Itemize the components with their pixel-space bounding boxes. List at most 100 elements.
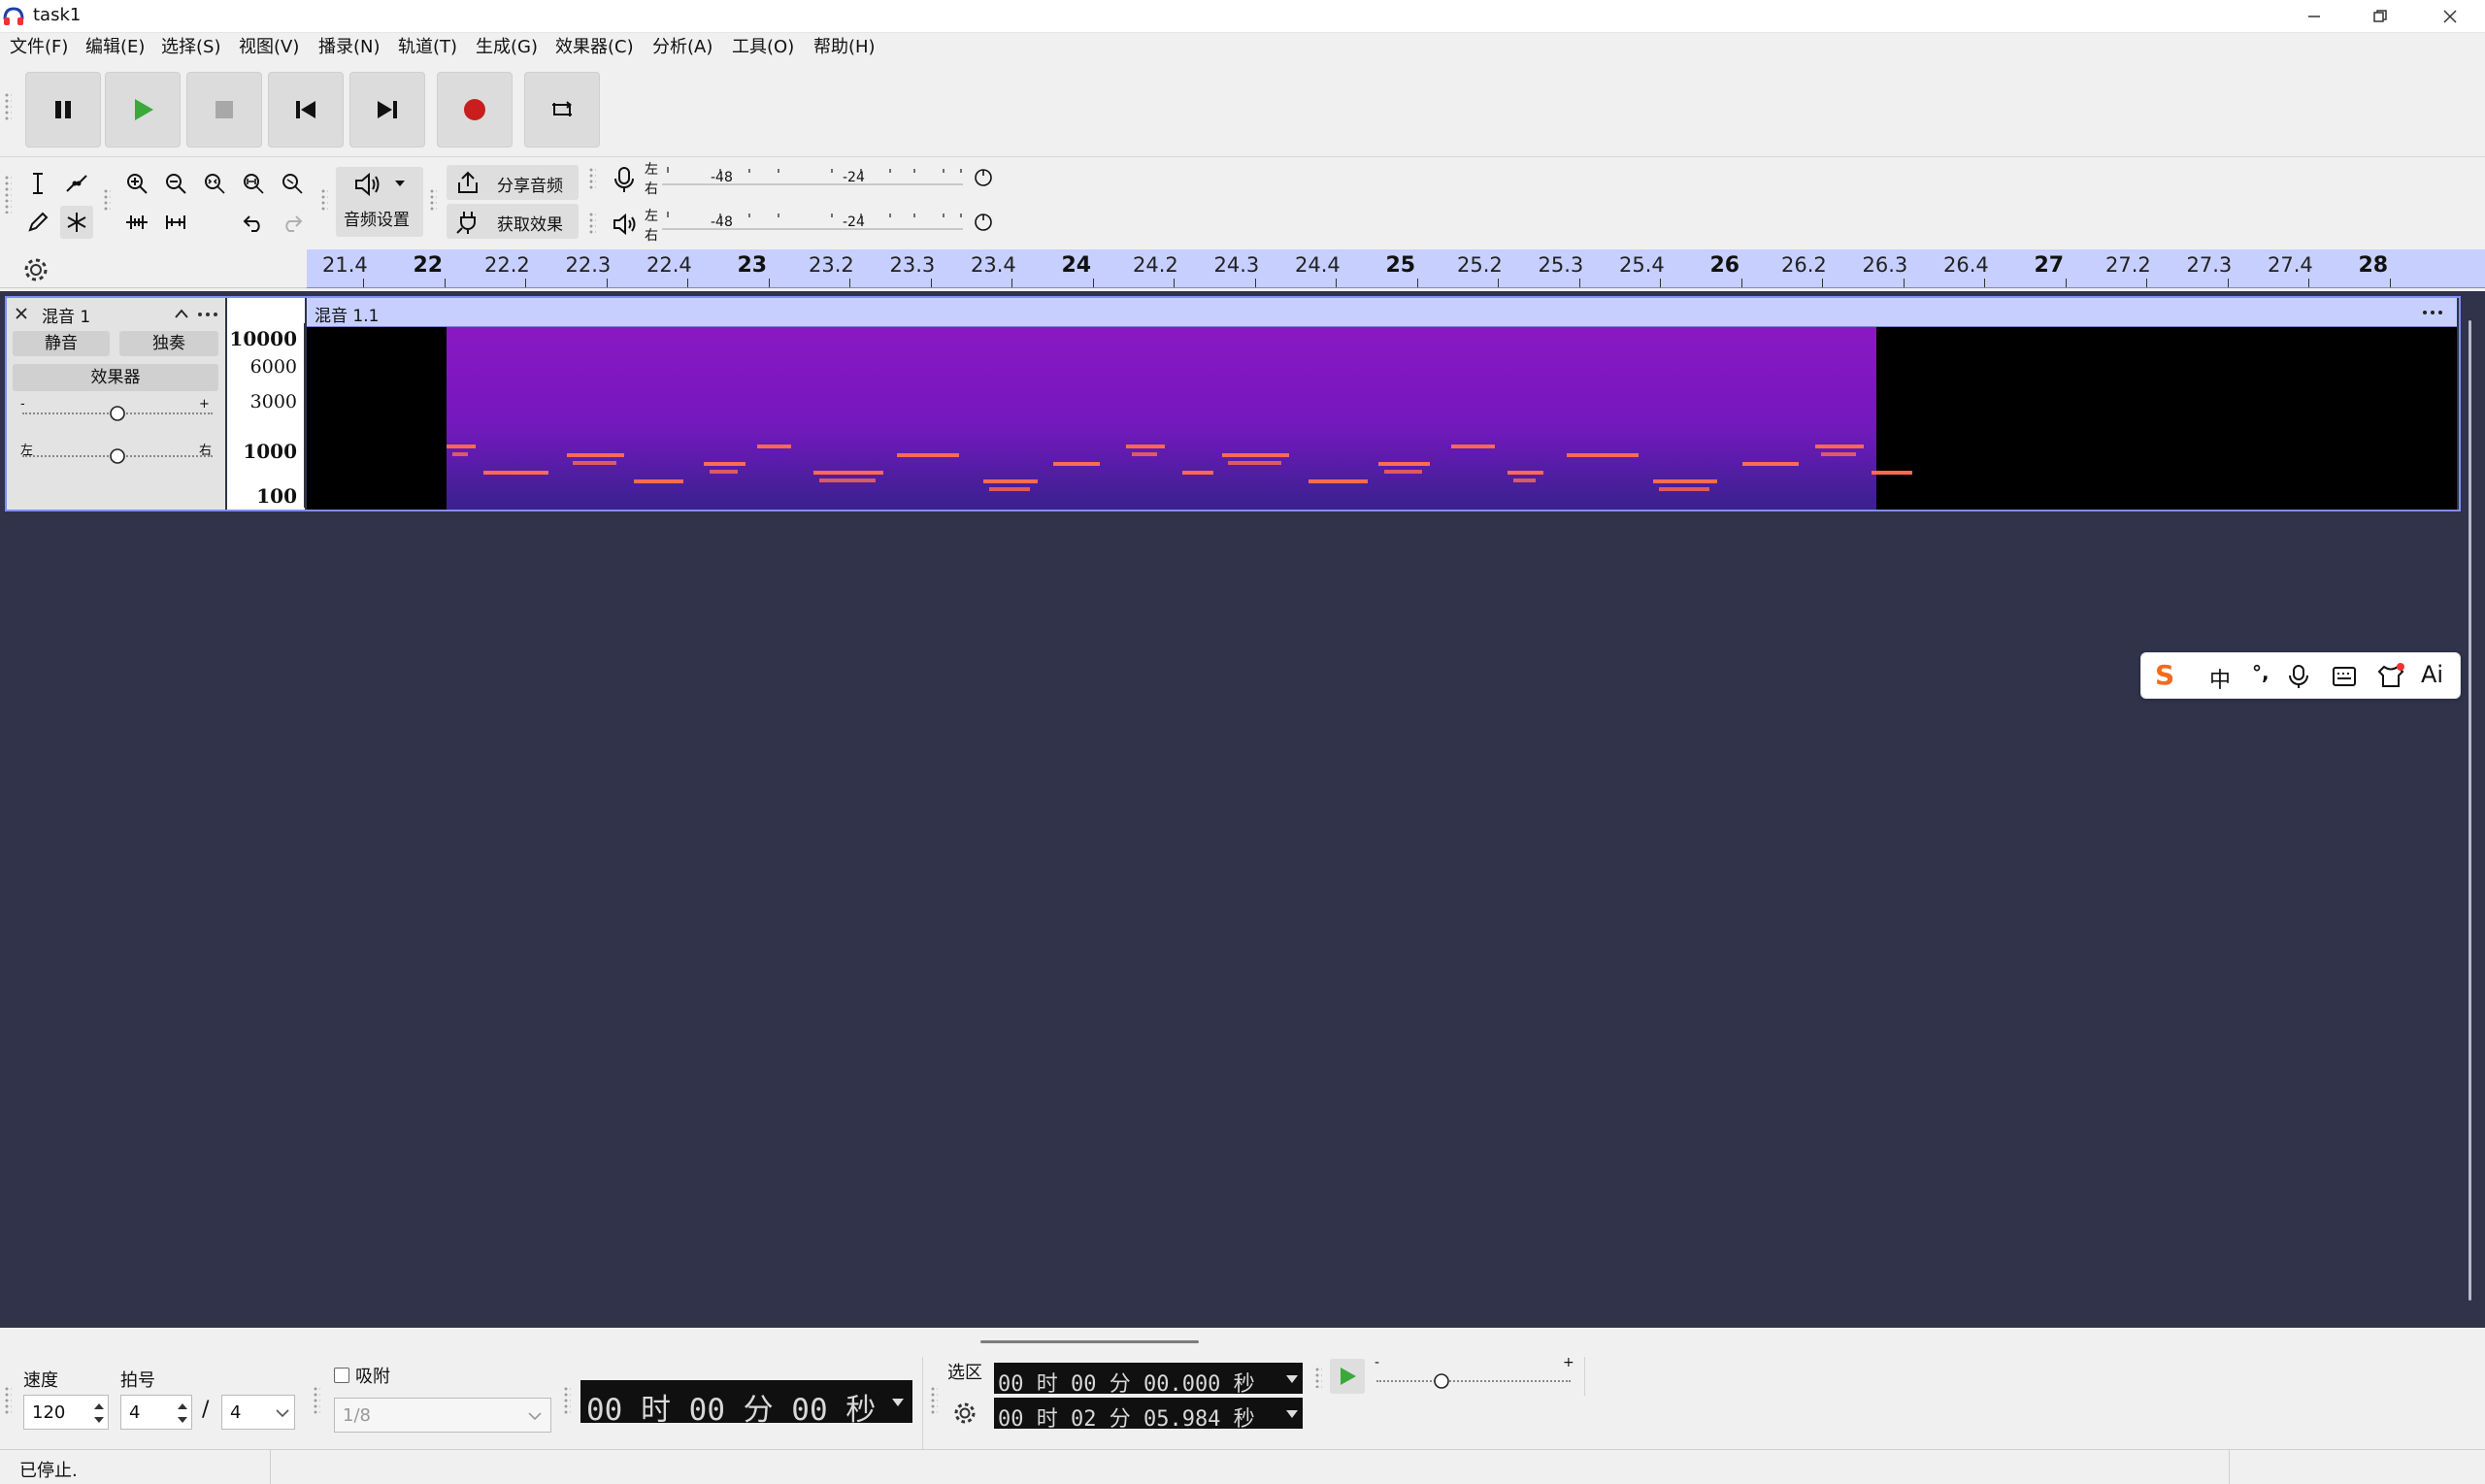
pan-slider[interactable] bbox=[109, 447, 126, 465]
menu-generate[interactable]: 生成(G) bbox=[476, 35, 538, 60]
ime-ai-button[interactable]: Ai bbox=[2421, 661, 2443, 688]
clip-title-bar[interactable]: 混音 1.1 bbox=[307, 298, 2457, 327]
sogou-logo[interactable]: S bbox=[2155, 659, 2174, 691]
selection-tool[interactable] bbox=[21, 167, 54, 200]
audio-grip[interactable] bbox=[320, 188, 328, 212]
pause-button[interactable] bbox=[25, 72, 101, 148]
zoom-toggle-button[interactable] bbox=[276, 167, 309, 200]
gain-slider[interactable] bbox=[109, 405, 126, 422]
tempo-value[interactable]: 120 bbox=[32, 1402, 65, 1423]
spin-arrows-icon[interactable] bbox=[176, 1400, 189, 1427]
silence-button[interactable] bbox=[159, 206, 192, 239]
time-sig-den-value[interactable]: 4 bbox=[230, 1402, 241, 1423]
menu-view[interactable]: 视图(V) bbox=[239, 35, 299, 60]
track-close-icon[interactable] bbox=[15, 307, 28, 320]
spin-arrows-icon[interactable] bbox=[92, 1400, 106, 1427]
skip-to-end-button[interactable] bbox=[349, 72, 425, 148]
keyboard-icon[interactable] bbox=[2332, 666, 2357, 687]
play-meter-grip[interactable] bbox=[588, 212, 596, 235]
snap-checkbox[interactable] bbox=[334, 1368, 349, 1383]
audio-settings-button[interactable]: 音频设置 bbox=[336, 167, 423, 237]
redo-button[interactable] bbox=[276, 206, 309, 239]
undo-button[interactable] bbox=[237, 206, 270, 239]
snap-value[interactable]: 1/8 bbox=[343, 1405, 371, 1426]
time-sig-denominator[interactable]: 4 bbox=[221, 1395, 295, 1430]
chevron-down-icon[interactable] bbox=[1285, 1409, 1299, 1419]
microphone-icon[interactable] bbox=[612, 165, 637, 194]
time-sig-num-value[interactable]: 4 bbox=[129, 1402, 140, 1423]
speaker-meter-icon[interactable] bbox=[612, 212, 639, 237]
play-speed-slider[interactable] bbox=[1433, 1372, 1450, 1390]
zoom-in-button[interactable] bbox=[120, 167, 153, 200]
selection-end-time[interactable]: 00 时 02 分 05.984 秒 bbox=[994, 1398, 1303, 1432]
menu-tools[interactable]: 工具(O) bbox=[732, 35, 794, 60]
menu-file[interactable]: 文件(F) bbox=[10, 35, 68, 60]
time-format-dropdown-icon[interactable] bbox=[891, 1398, 905, 1407]
skip-to-start-button[interactable] bbox=[268, 72, 344, 148]
time-display[interactable]: 00 时 00 分 00 秒 bbox=[580, 1380, 912, 1428]
envelope-tool[interactable] bbox=[60, 167, 93, 200]
ime-punctuation[interactable]: °, bbox=[2252, 661, 2270, 684]
play-meter[interactable]: -48 -24 bbox=[662, 208, 992, 241]
menu-select[interactable]: 选择(S) bbox=[161, 35, 220, 60]
draw-tool[interactable] bbox=[21, 206, 54, 239]
more-icon[interactable] bbox=[197, 312, 218, 317]
menu-record[interactable]: 播录(N) bbox=[318, 35, 381, 60]
stop-button[interactable] bbox=[186, 72, 262, 148]
snap-grip[interactable] bbox=[313, 1386, 320, 1415]
snap-select[interactable]: 1/8 bbox=[334, 1398, 551, 1433]
tempo-input[interactable]: 120 bbox=[23, 1395, 109, 1430]
snap-label[interactable]: 吸附 bbox=[355, 1363, 390, 1388]
fit-selection-button[interactable] bbox=[198, 167, 231, 200]
effects-button[interactable]: 效果器 bbox=[13, 364, 218, 391]
minimize-button[interactable] bbox=[2281, 0, 2347, 33]
menu-tracks[interactable]: 轨道(T) bbox=[398, 35, 457, 60]
fit-project-button[interactable] bbox=[237, 167, 270, 200]
vertical-scrollbar[interactable] bbox=[2468, 320, 2471, 1301]
chevron-down-icon[interactable] bbox=[1285, 1374, 1299, 1384]
tempo-grip[interactable] bbox=[4, 1386, 12, 1415]
play-button[interactable] bbox=[105, 72, 181, 148]
track-control-panel[interactable]: 混音 1 静音 独奏 效果器 - + 左 右 bbox=[7, 298, 225, 510]
timeline-ruler[interactable]: 21.4 22 22.2 22.3 22.4 23 23.2 23.3 23.4 24 24.2 24… bbox=[307, 249, 2485, 288]
track-name[interactable]: 混音 1 bbox=[42, 303, 90, 327]
selection-grip[interactable] bbox=[930, 1386, 938, 1415]
share-grip[interactable] bbox=[429, 188, 437, 212]
tools-grip[interactable] bbox=[4, 175, 12, 214]
ime-chinese-mode[interactable]: 中 bbox=[2209, 663, 2231, 694]
mic-icon[interactable] bbox=[2287, 664, 2310, 689]
menu-edit[interactable]: 编辑(E) bbox=[85, 35, 145, 60]
record-meter-grip[interactable] bbox=[588, 167, 596, 190]
gear-icon[interactable] bbox=[23, 257, 49, 282]
gear-icon[interactable] bbox=[953, 1402, 977, 1425]
spectrogram[interactable] bbox=[447, 327, 1912, 510]
clip-menu-icon[interactable] bbox=[2422, 310, 2443, 315]
shirt-icon[interactable] bbox=[2376, 661, 2405, 688]
time-grip[interactable] bbox=[563, 1386, 571, 1415]
zoom-out-button[interactable] bbox=[159, 167, 192, 200]
record-button[interactable] bbox=[437, 72, 513, 148]
time-sig-numerator[interactable]: 4 bbox=[120, 1395, 192, 1430]
toolbar-grip[interactable] bbox=[4, 92, 12, 121]
record-meter[interactable]: -48 -24 bbox=[662, 163, 992, 196]
trim-button[interactable] bbox=[120, 206, 153, 239]
mute-button[interactable]: 静音 bbox=[13, 331, 110, 356]
chevron-down-icon[interactable] bbox=[527, 1410, 543, 1422]
zoom-grip[interactable] bbox=[103, 188, 111, 212]
close-button[interactable] bbox=[2417, 0, 2483, 33]
chevron-down-icon[interactable] bbox=[275, 1407, 290, 1419]
menu-help[interactable]: 帮助(H) bbox=[813, 35, 876, 60]
menu-effects[interactable]: 效果器(C) bbox=[555, 35, 634, 60]
meter-reset-icon-2[interactable] bbox=[973, 212, 994, 233]
ime-toolbar[interactable]: S 中 °, Ai bbox=[2140, 652, 2461, 699]
solo-button[interactable]: 独奏 bbox=[119, 331, 218, 356]
loop-button[interactable] bbox=[524, 72, 600, 148]
frequency-scale[interactable]: 10000 6000 3000 1000 100 bbox=[227, 298, 305, 510]
clip-title[interactable]: 混音 1.1 bbox=[315, 302, 379, 326]
menu-analyze[interactable]: 分析(A) bbox=[652, 35, 712, 60]
share-audio-button[interactable]: 分享音频 bbox=[447, 165, 579, 200]
play-at-speed-button[interactable] bbox=[1330, 1359, 1365, 1394]
get-effects-button[interactable]: 获取效果 bbox=[447, 204, 579, 239]
multi-tool[interactable] bbox=[60, 206, 93, 239]
horizontal-scrollbar[interactable] bbox=[980, 1340, 1199, 1343]
